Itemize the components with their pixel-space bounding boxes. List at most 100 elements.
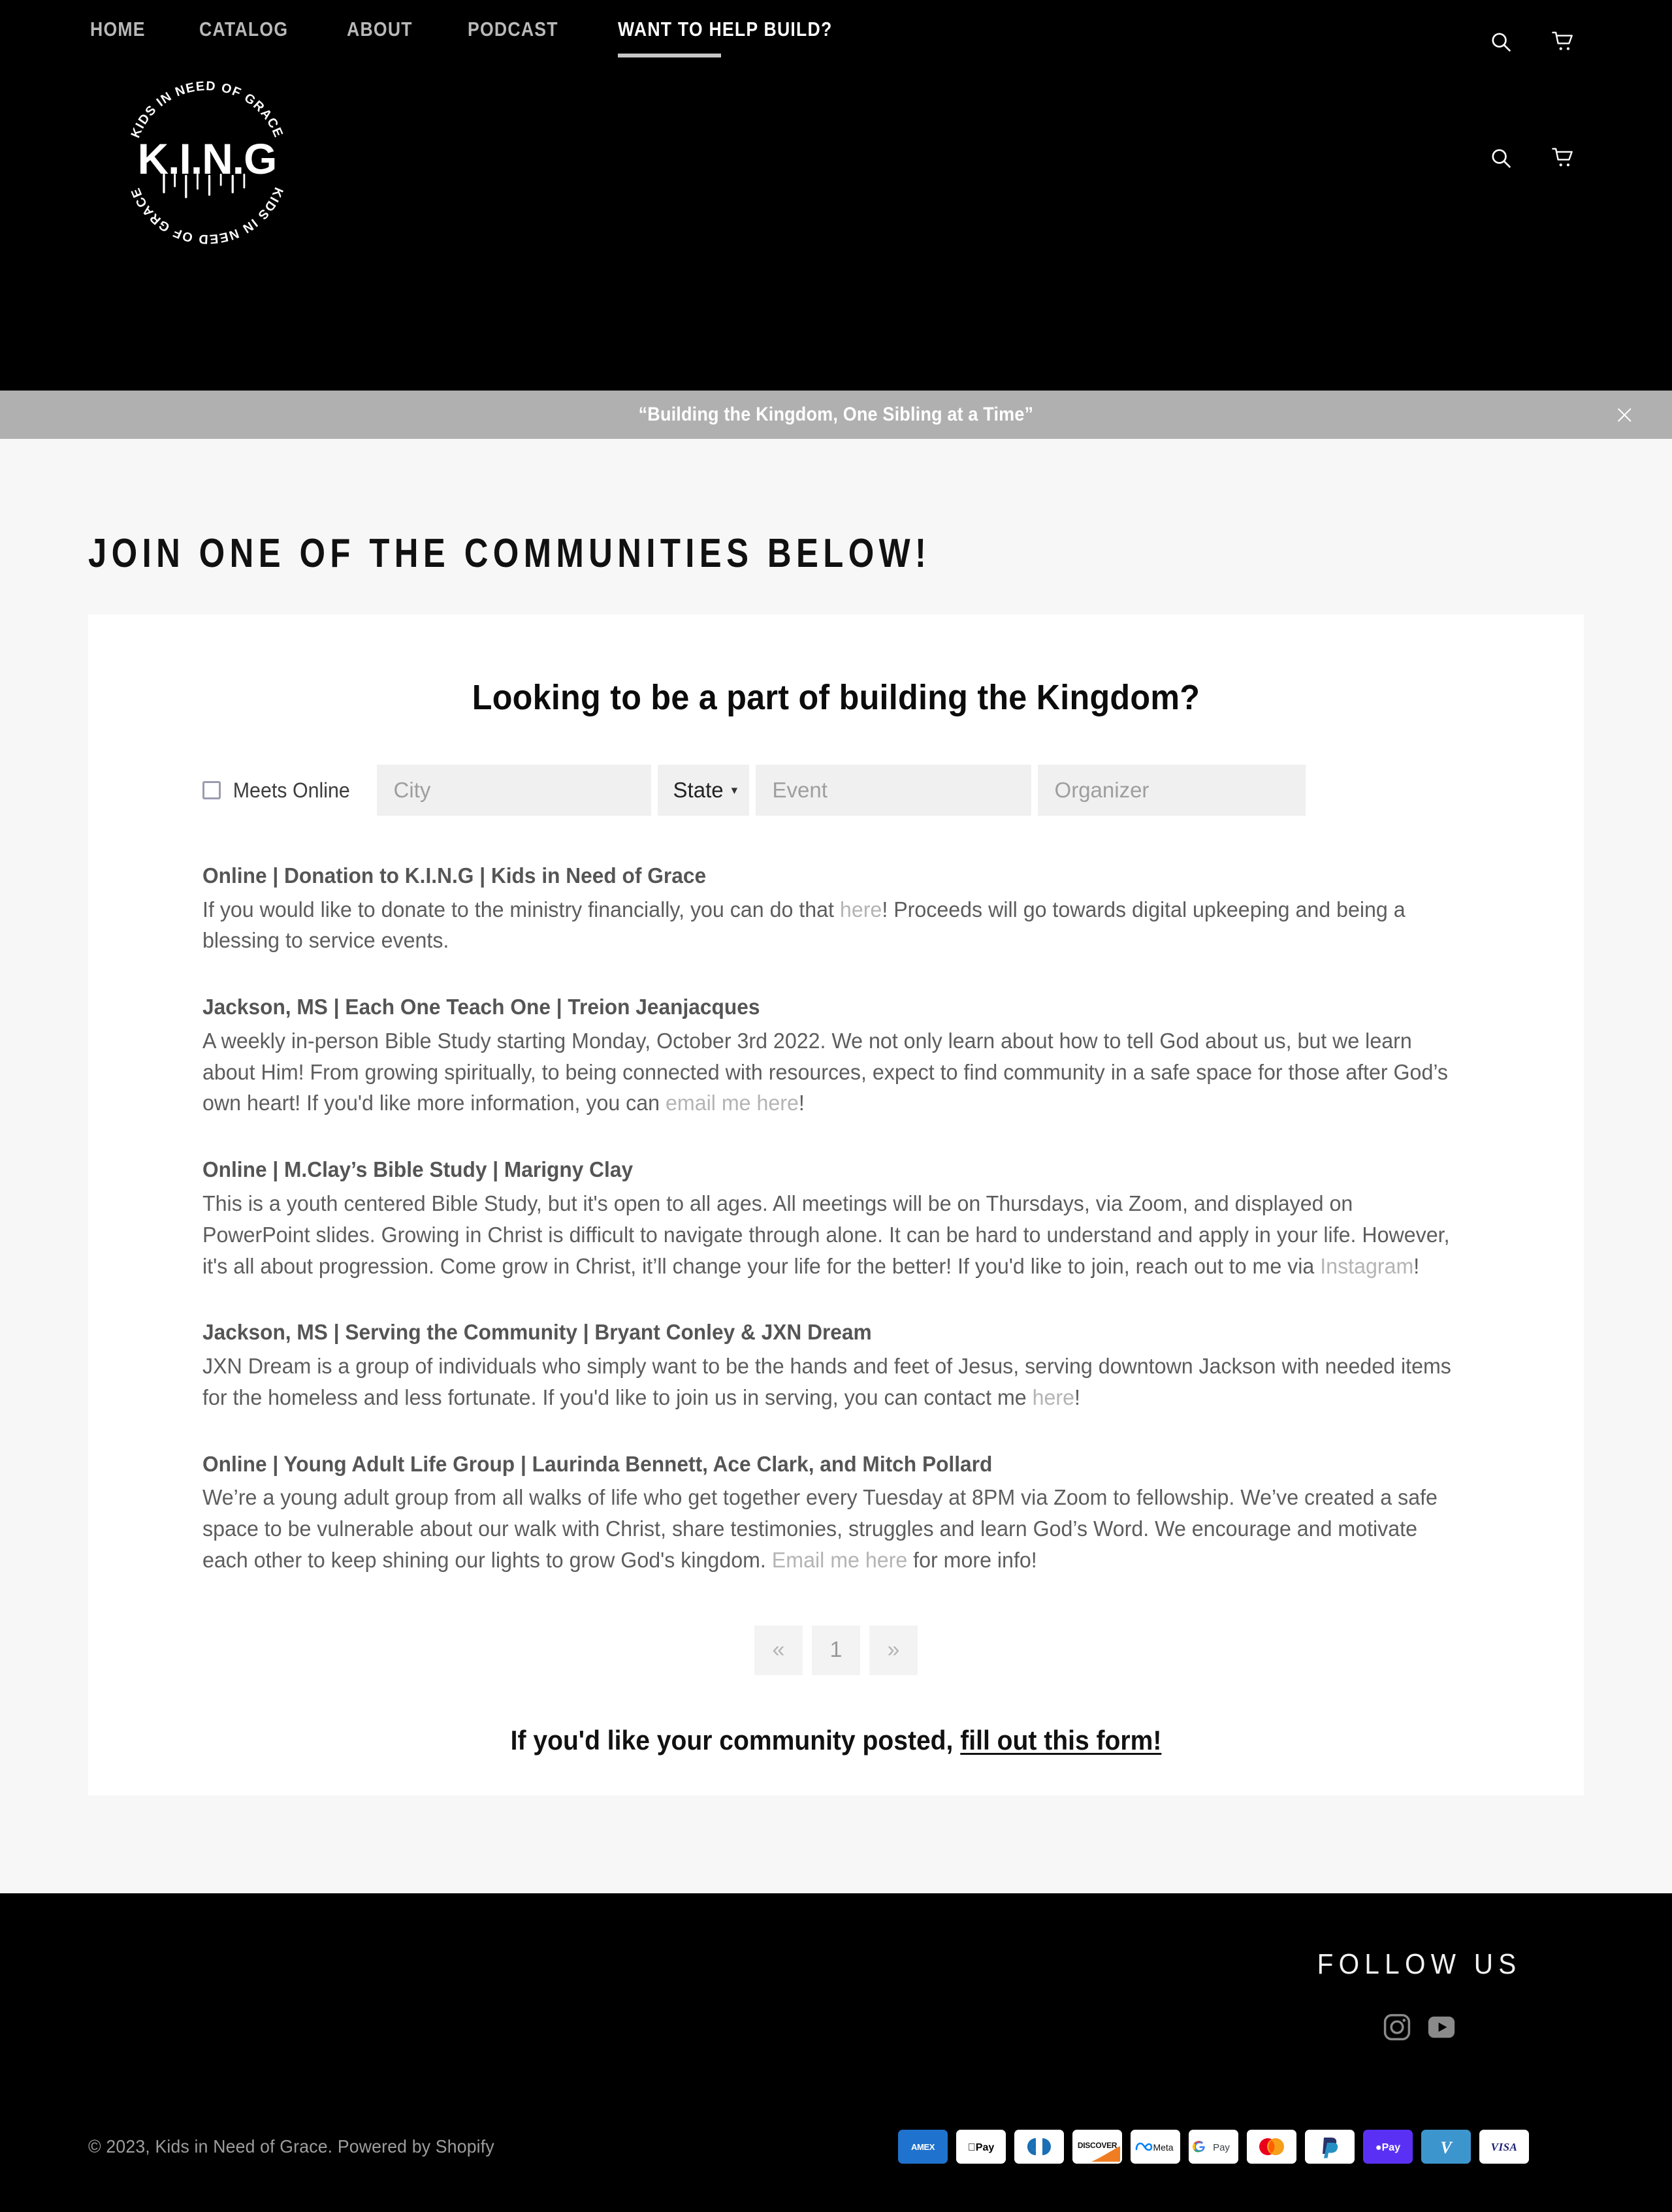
community-listing: Online | Young Adult Life Group | Laurin… bbox=[202, 1450, 1487, 1576]
listing-text: ! bbox=[1074, 1385, 1080, 1409]
search-icon bbox=[1492, 33, 1511, 52]
pagination-next-button[interactable]: » bbox=[869, 1625, 918, 1675]
listing-link[interactable]: Instagram bbox=[1320, 1254, 1413, 1278]
search-button-secondary[interactable] bbox=[1487, 144, 1515, 172]
pagination-prev-button[interactable]: « bbox=[754, 1625, 803, 1675]
listing-title: Online | M.Clay’s Bible Study | Marigny … bbox=[202, 1157, 634, 1182]
payment-icon-mastercard bbox=[1247, 2129, 1296, 2164]
listing-text: A weekly in-person Bible Study starting … bbox=[202, 1028, 1449, 1115]
meets-online-checkbox[interactable] bbox=[202, 781, 221, 799]
copyright: © 2023, Kids in Need of Grace. Powered b… bbox=[88, 2136, 494, 2157]
community-listing: Online | M.Clay’s Bible Study | Marigny … bbox=[202, 1155, 1487, 1281]
search-button-top[interactable] bbox=[1487, 27, 1515, 56]
listing-link[interactable]: here bbox=[1033, 1385, 1074, 1409]
submit-community-cta: If you'd like your community posted, fil… bbox=[201, 1725, 1471, 1756]
organizer-field[interactable] bbox=[1037, 765, 1306, 816]
payment-icon-shop-pay: ●Pay bbox=[1363, 2129, 1413, 2164]
listing-text: JXN Dream is a group of individuals who … bbox=[202, 1353, 1451, 1409]
city-input[interactable] bbox=[393, 765, 634, 816]
nav-item-podcast[interactable]: Podcast bbox=[468, 18, 573, 57]
payment-icon-diners-club bbox=[1014, 2129, 1064, 2164]
listing-description: JXN Dream is a group of individuals who … bbox=[202, 1351, 1455, 1413]
nav-item-catalog[interactable]: Catalog bbox=[199, 18, 302, 57]
listing-link[interactable]: here bbox=[840, 897, 882, 922]
nav-item-want-to-help-build[interactable]: Want to help build? bbox=[617, 18, 867, 58]
nav-label-podcast: Podcast bbox=[468, 18, 559, 40]
listing-text: for more info! bbox=[907, 1547, 1037, 1572]
community-listing: Jackson, MS | Each One Teach One | Treio… bbox=[202, 993, 1487, 1119]
listing-text: If you would like to donate to the minis… bbox=[202, 897, 840, 922]
event-input[interactable] bbox=[772, 765, 1014, 816]
powered-by-shopify-link[interactable]: Powered by Shopify bbox=[338, 2136, 494, 2156]
svg-text:KIDS IN NEED OF GRACE: KIDS IN NEED OF GRACE bbox=[128, 185, 285, 247]
shop-name-link[interactable]: Kids in Need of Grace bbox=[155, 2136, 327, 2156]
payment-icon-meta-pay: Meta bbox=[1131, 2129, 1180, 2164]
organizer-input[interactable] bbox=[1054, 765, 1289, 816]
listing-description: A weekly in-person Bible Study starting … bbox=[202, 1025, 1455, 1119]
listing-text: ! bbox=[798, 1091, 805, 1115]
nav-label-catalog: Catalog bbox=[199, 18, 288, 40]
header-icons-top bbox=[1487, 27, 1578, 56]
instagram-link[interactable] bbox=[1382, 2012, 1412, 2042]
state-selected-value: State bbox=[673, 778, 724, 802]
nav-label-want-to-help-build: Want to help build? bbox=[617, 18, 833, 40]
listing-title: Jackson, MS | Each One Teach One | Treio… bbox=[202, 995, 760, 1019]
nav-label-home: Home bbox=[90, 18, 146, 40]
svg-text:Pay: Pay bbox=[1213, 2142, 1230, 2153]
community-listings: Online | Donation to K.I.N.G | Kids in N… bbox=[153, 861, 1519, 1576]
listing-description: We’re a young adult group from all walks… bbox=[202, 1482, 1455, 1576]
king-logo-icon: KIDS IN NEED OF GRACE KIDS IN NEED OF GR… bbox=[128, 79, 285, 247]
site-logo[interactable]: KIDS IN NEED OF GRACE KIDS IN NEED OF GR… bbox=[115, 71, 299, 255]
state-select[interactable]: State ▾ bbox=[657, 765, 749, 816]
youtube-icon bbox=[1428, 2016, 1455, 2038]
main-navigation: Home Catalog About Podcast Want to help … bbox=[90, 18, 912, 58]
svg-text:VISA: VISA bbox=[1491, 2141, 1518, 2153]
cta-text: If you'd like your community posted, bbox=[510, 1724, 961, 1755]
payment-icon-paypal bbox=[1305, 2129, 1355, 2164]
nav-label-about: About bbox=[347, 18, 413, 40]
announcement-close-button[interactable]: × bbox=[1613, 402, 1635, 428]
copyright-prefix: © 2023, bbox=[88, 2136, 155, 2156]
chevron-down-icon: ▾ bbox=[731, 783, 738, 797]
nav-item-about[interactable]: About bbox=[347, 18, 423, 57]
listing-link[interactable]: Email me here bbox=[772, 1548, 907, 1572]
card-title: Looking to be a part of building the Kin… bbox=[472, 678, 1200, 717]
page-root: Home Catalog About Podcast Want to help … bbox=[0, 0, 1672, 2212]
listing-title: Online | Young Adult Life Group | Laurin… bbox=[202, 1451, 993, 1476]
svg-text:Meta: Meta bbox=[1153, 2142, 1173, 2153]
nav-item-home[interactable]: Home bbox=[90, 18, 155, 57]
main-content: Join one of the communities below! Looki… bbox=[0, 439, 1672, 1893]
filters-row: Meets Online State ▾ bbox=[153, 765, 1519, 816]
announcement-text: “Building the Kingdom, One Sibling at a … bbox=[638, 404, 1034, 425]
instagram-icon bbox=[1383, 2013, 1411, 2040]
community-listing: Online | Donation to K.I.N.G | Kids in N… bbox=[202, 861, 1487, 956]
payment-icon-amex: AMEX bbox=[898, 2129, 948, 2164]
pagination: « 1 » bbox=[153, 1625, 1519, 1675]
city-field[interactable] bbox=[376, 765, 651, 816]
payment-icon-venmo: V bbox=[1421, 2129, 1471, 2164]
search-icon bbox=[1492, 149, 1511, 168]
nav-active-underline bbox=[617, 54, 721, 58]
listing-description: This is a youth centered Bible Study, bu… bbox=[202, 1188, 1455, 1282]
pagination-page-1[interactable]: 1 bbox=[812, 1625, 860, 1675]
fill-out-form-link[interactable]: fill out this form! bbox=[960, 1725, 1161, 1755]
cart-button-top[interactable] bbox=[1549, 27, 1578, 56]
site-header: Home Catalog About Podcast Want to help … bbox=[0, 0, 1672, 391]
follow-us-title: Follow us bbox=[1317, 1948, 1522, 1980]
cart-icon bbox=[1552, 148, 1573, 167]
payment-icon-apple-pay: Pay bbox=[956, 2129, 1006, 2164]
svg-text:K.I.N.G: K.I.N.G bbox=[138, 135, 277, 183]
payment-icon-visa: VISA bbox=[1479, 2129, 1529, 2164]
youtube-link[interactable] bbox=[1426, 2012, 1456, 2042]
follow-us-block: Follow us bbox=[1308, 1948, 1530, 2042]
copyright-separator: . bbox=[327, 2136, 338, 2156]
social-links bbox=[1382, 2012, 1456, 2042]
cart-button-secondary[interactable] bbox=[1549, 144, 1578, 172]
event-field[interactable] bbox=[755, 765, 1031, 816]
meets-online-checkbox-wrapper[interactable]: Meets Online bbox=[202, 765, 377, 816]
page-title: Join one of the communities below! bbox=[88, 531, 931, 576]
listing-description: If you would like to donate to the minis… bbox=[202, 894, 1455, 957]
listing-link[interactable]: email me here bbox=[666, 1091, 799, 1115]
communities-card: Looking to be a part of building the Kin… bbox=[88, 615, 1584, 1795]
meets-online-label: Meets Online bbox=[233, 778, 350, 802]
